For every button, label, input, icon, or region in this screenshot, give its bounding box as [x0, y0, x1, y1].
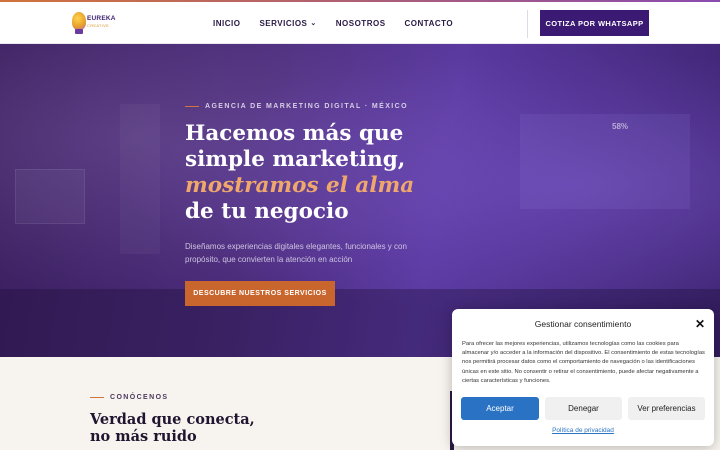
nav-item-label: NOSOTROS	[335, 18, 386, 28]
consent-button-row: Aceptar Denegar Ver preferencias	[461, 397, 705, 420]
view-preferences-button[interactable]: Ver preferencias	[628, 397, 705, 420]
consent-text: Para ofrecer las mejores experiencias, u…	[462, 341, 705, 384]
about-kicker-text: CONÓCENOS	[110, 394, 169, 401]
kicker-line	[185, 106, 199, 107]
accept-button[interactable]: Aceptar	[461, 397, 539, 420]
about-kicker: CONÓCENOS	[90, 394, 169, 401]
consent-title: Gestionar consentimiento	[534, 319, 632, 329]
nav-item-label: SERVICIOS	[259, 18, 308, 28]
site-header: EUREKA CREATIVE INICIO SERVICIOS ⌄ NOSOTR…	[0, 2, 720, 44]
chevron-down-icon: ⌄	[310, 20, 317, 27]
header-divider	[527, 10, 528, 38]
kicker-line	[90, 397, 104, 398]
hero-background-badge: 58%	[612, 122, 629, 131]
hero-background-shape	[120, 104, 160, 254]
about-title: Verdad que conecta, no más ruido	[90, 411, 255, 445]
lightbulb-base	[75, 29, 83, 34]
nav-item-servicios[interactable]: SERVICIOS ⌄	[259, 19, 316, 28]
hero-title-line: Hacemos más que	[185, 121, 404, 146]
consent-dialog: Gestionar consentimiento ✕ Para ofrecer …	[452, 309, 714, 446]
hero-title-line: simple marketing,	[185, 147, 406, 172]
hero-title: Hacemos más que simple marketing, mostra…	[185, 121, 414, 225]
lightbulb-icon	[72, 12, 86, 30]
logo-name: EUREKA	[87, 15, 116, 22]
logo-subtitle: CREATIVE	[87, 23, 110, 28]
main-nav: INICIO SERVICIOS ⌄ NOSOTROS CONTACTO	[213, 2, 453, 44]
nav-item-label: INICIO	[213, 18, 241, 28]
nav-item-inicio[interactable]: INICIO	[213, 19, 240, 28]
discover-services-button[interactable]: DESCUBRE NUESTROS SERVICIOS	[185, 281, 335, 306]
hero-description: Diseñamos experiencias digitales elegant…	[185, 242, 407, 264]
close-icon[interactable]: ✕	[693, 317, 707, 331]
nav-item-nosotros[interactable]: NOSOTROS	[336, 19, 386, 28]
privacy-policy-link[interactable]: Política de privacidad	[452, 427, 714, 434]
hero-kicker-text: AGENCIA DE MARKETING DIGITAL · MÉXICO	[205, 103, 408, 110]
deny-button[interactable]: Denegar	[545, 397, 622, 420]
about-title-line: no más ruido	[90, 428, 197, 445]
hero-title-line: de tu negocio	[185, 199, 349, 224]
hero-title-accent: mostramos el alma	[185, 173, 415, 198]
hero-kicker: AGENCIA DE MARKETING DIGITAL · MÉXICO	[185, 103, 408, 110]
hero-background-shape	[15, 169, 85, 224]
logo[interactable]: EUREKA CREATIVE	[70, 10, 116, 36]
nav-item-label: CONTACTO	[404, 18, 454, 28]
nav-item-contacto[interactable]: CONTACTO	[405, 19, 454, 28]
about-title-line: Verdad que conecta,	[90, 411, 255, 428]
hero-background-screen	[520, 114, 690, 209]
whatsapp-quote-button[interactable]: COTIZA POR WHATSAPP	[540, 10, 649, 36]
